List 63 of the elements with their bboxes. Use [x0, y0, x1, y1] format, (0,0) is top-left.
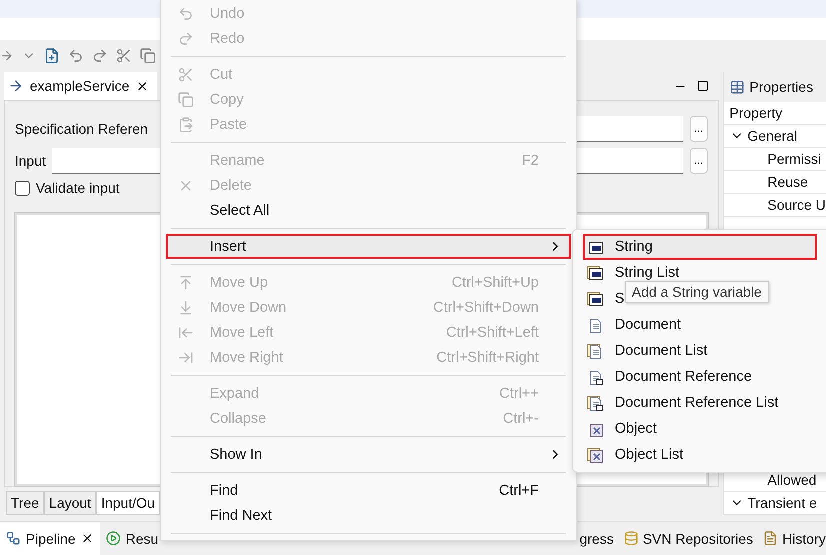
maximize-icon[interactable] [696, 80, 709, 92]
browse-button[interactable]: ... [690, 148, 708, 174]
bottom-tab[interactable]: Layout [44, 491, 96, 515]
menu-item[interactable]: Show In [166, 442, 571, 467]
checkbox[interactable] [15, 180, 30, 196]
undo-icon [178, 6, 194, 22]
close-icon[interactable] [136, 80, 149, 92]
property-group[interactable]: General [724, 125, 826, 148]
view-tab[interactable]: History [763, 530, 826, 546]
view-tab[interactable]: gress [580, 530, 614, 546]
move-down-icon [178, 300, 194, 316]
menu-item[interactable]: Object [583, 416, 659, 442]
document-icon [763, 531, 778, 546]
object-icon [587, 448, 605, 464]
input-field[interactable] [52, 148, 161, 174]
editor-tab[interactable]: exampleService [4, 72, 157, 100]
menu-item[interactable]: Document List [583, 338, 710, 364]
property-row[interactable]: Source U [724, 194, 826, 217]
view-tab[interactable]: Resu [100, 522, 165, 555]
checkbox-label: Validate input [36, 180, 120, 196]
menu-item[interactable]: Select All [166, 198, 571, 223]
text-field[interactable] [574, 116, 683, 142]
field-label: Input [15, 153, 46, 169]
new-file-icon[interactable] [44, 48, 60, 64]
menu-item[interactable]: Find Ctrl+F [166, 478, 571, 503]
property-row[interactable]: Permissi [724, 148, 826, 171]
arrow-right-icon[interactable] [0, 49, 14, 63]
close-icon[interactable] [80, 532, 94, 545]
menu-item[interactable]: String [583, 234, 817, 260]
paste-icon [178, 117, 194, 133]
panel-title: Properties [750, 79, 814, 95]
cut-icon[interactable] [116, 48, 132, 64]
redo-icon [178, 31, 194, 47]
text-field[interactable] [574, 148, 683, 174]
copy-icon[interactable] [140, 48, 156, 64]
copy-icon [178, 92, 194, 108]
bottom-tab[interactable]: Tree [6, 491, 44, 515]
play-icon [106, 531, 121, 546]
property-group[interactable]: Transient e [724, 492, 826, 515]
move-up-icon [178, 275, 194, 291]
menu-item[interactable]: Document Reference List [583, 390, 781, 416]
menu-item[interactable]: S [583, 286, 627, 312]
redo-icon[interactable] [92, 48, 108, 64]
move-right-icon [178, 350, 194, 366]
column-header: Property [724, 102, 826, 125]
view-tab[interactable]: SVN Repositories [624, 530, 754, 546]
move-left-icon [178, 325, 194, 341]
table-icon [730, 80, 745, 94]
document-icon [587, 396, 605, 412]
bottom-tab[interactable]: Input/Ou [96, 491, 160, 515]
menu-item[interactable]: Find Next [166, 503, 571, 528]
menu-item[interactable]: Insert [166, 234, 571, 259]
undo-icon[interactable] [68, 48, 84, 64]
property-row[interactable]: Reuse [724, 171, 826, 194]
tooltip: Add a String variable [625, 281, 769, 303]
menu-item[interactable]: Document Reference [583, 364, 754, 390]
cut-icon [178, 67, 194, 83]
view-tab[interactable]: Pipeline [0, 522, 100, 555]
browse-button[interactable]: ... [690, 116, 708, 142]
database-icon [624, 531, 639, 546]
field-label: Specification Referen [15, 121, 148, 137]
menu-item[interactable]: Document [583, 312, 684, 338]
menu-item[interactable]: Object List [583, 442, 686, 468]
